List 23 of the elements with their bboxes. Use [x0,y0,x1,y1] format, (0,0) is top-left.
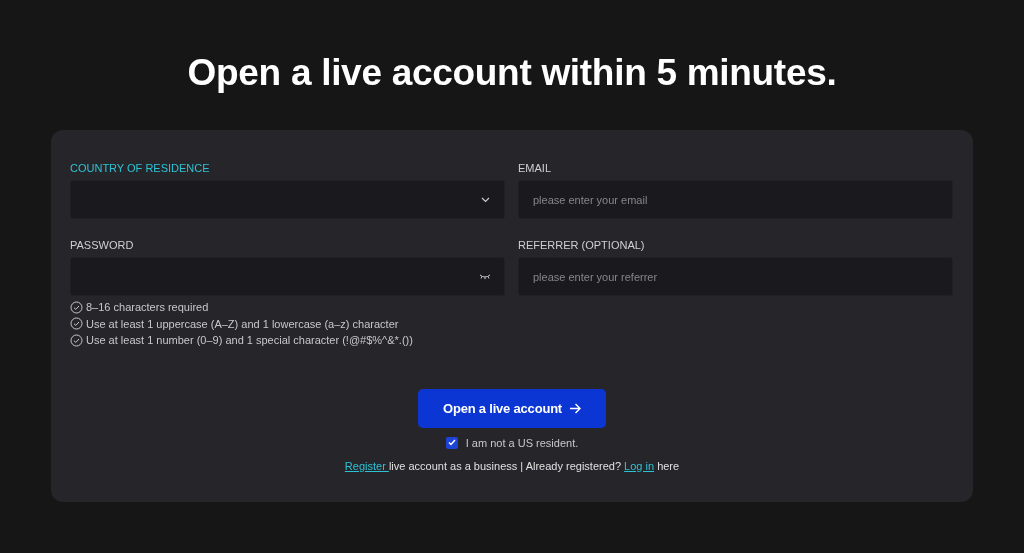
closed-eye-icon[interactable] [479,273,491,280]
field-label: REFERRER (OPTIONAL) [518,239,645,251]
field-label: PASSWORD [70,239,134,251]
check-circle-icon [70,317,83,331]
arrow-right-icon [569,402,581,414]
input-field[interactable]: please enter your referrer [518,257,953,296]
page-title: Open a live account within 5 minutes. [187,51,837,95]
check-circle-icon [70,333,83,347]
checkbox[interactable] [445,436,458,449]
footer-text: Register live account as a business | Already registered? Log in here [344,459,680,472]
check-circle-icon [70,300,83,314]
password-field[interactable] [70,257,505,296]
requirement-text: Use at least 1 uppercase (A–Z) and 1 lowercase (a–z) character [86,316,399,331]
open-account-button[interactable]: Open a live account [418,388,606,428]
field-label: COUNTRY OF RESIDENCE [70,162,210,174]
link[interactable]: Log in [624,459,655,472]
field-label: EMAIL [518,162,551,174]
checkbox-label: I am not a US resident. [465,436,579,449]
link[interactable]: Register [344,459,389,472]
chevron-down-icon[interactable] [481,196,490,203]
input-field[interactable]: please enter your email [518,180,953,219]
requirement-text: 8–16 characters required [86,300,209,315]
requirement-text: Use at least 1 number (0–9) and 1 special character (!@#$%^&*.()) [86,333,413,348]
